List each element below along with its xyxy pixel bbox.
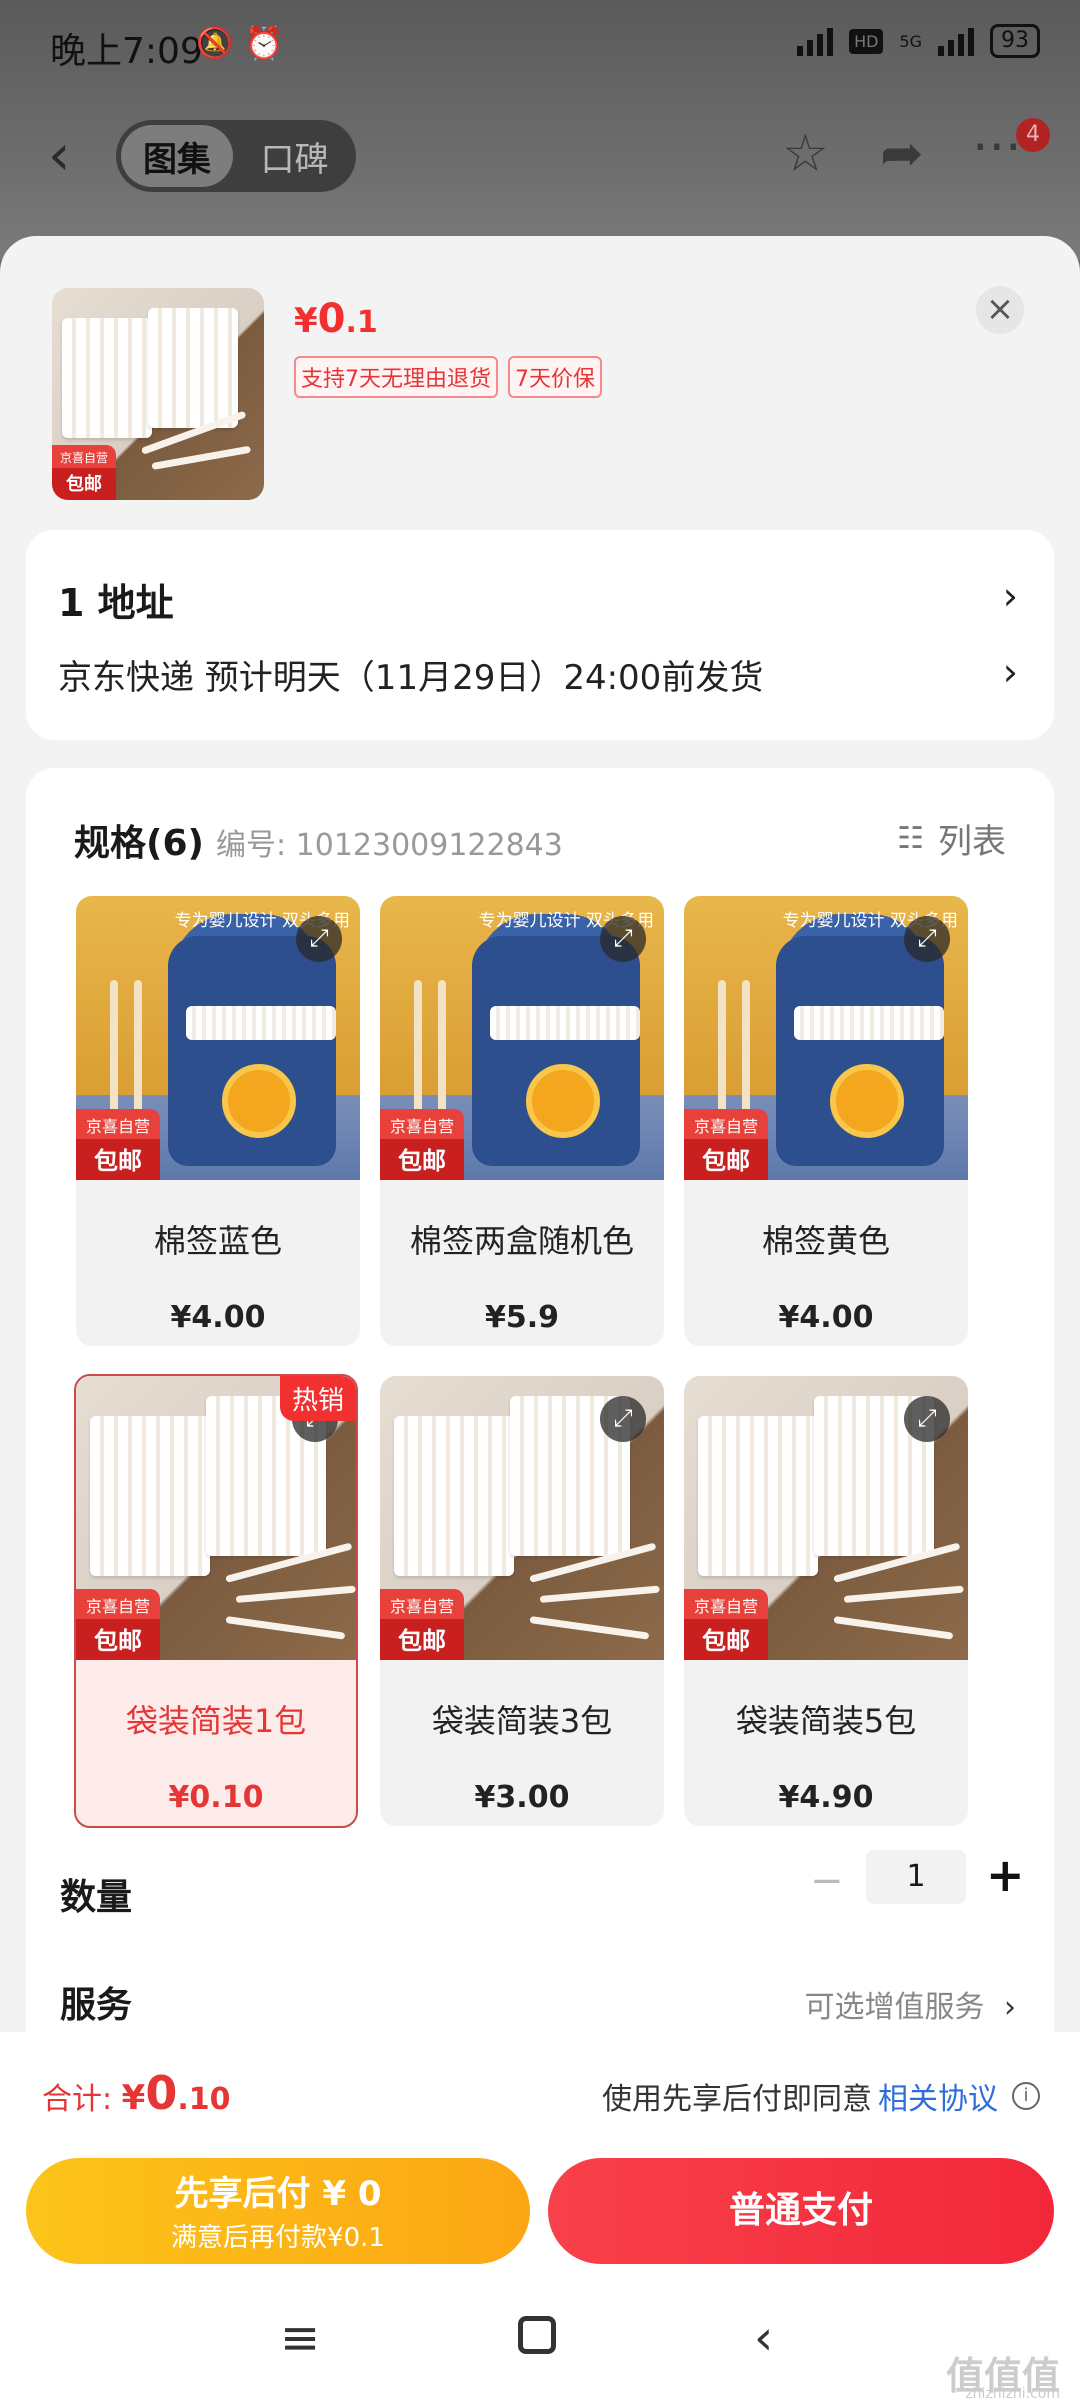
- status-time: 晚上7:09: [50, 31, 203, 72]
- spec-option-yellow[interactable]: 专为婴儿设计 双头多用 ⤢ 京喜自营 包邮 棉签黄色 ¥4.00: [684, 896, 968, 1346]
- list-icon: ☷: [897, 821, 924, 856]
- expand-icon[interactable]: ⤢: [296, 916, 342, 962]
- alarm-icon: ⏰: [244, 24, 284, 62]
- expand-icon[interactable]: ⤢: [904, 916, 950, 962]
- option-name: 袋装简装3包: [431, 1702, 613, 1740]
- option-name: 棉签黄色: [761, 1222, 890, 1260]
- option-image: 专为婴儿设计 双头多用 ⤢ 京喜自营 包邮: [76, 896, 360, 1180]
- spec-option-bag-5[interactable]: ⤢ 京喜自营 包邮 袋装简装5包 ¥4.90: [684, 1376, 968, 1826]
- service-label: 服务: [60, 1985, 133, 2026]
- option-price: ¥0.10: [168, 1780, 264, 1815]
- tag-price-protect: 7天价保: [508, 356, 602, 398]
- tab-reviews[interactable]: 口碑: [233, 132, 356, 181]
- delivery-estimate: 京东快递 预计明天（11月29日）24:00前发货: [58, 658, 764, 698]
- normal-pay-button[interactable]: 普通支付: [548, 2158, 1054, 2264]
- quantity-label: 数量: [60, 1877, 133, 1918]
- option-price: ¥4.00: [778, 1300, 874, 1335]
- hot-badge: 热销: [279, 1376, 356, 1421]
- option-image: 专为婴儿设计 双头多用 ⤢ 京喜自营 包邮: [380, 896, 664, 1180]
- expand-icon[interactable]: ⤢: [600, 1396, 646, 1442]
- jd-badge: 京喜自营 包邮: [76, 1589, 160, 1660]
- notification-badge: 4: [1016, 118, 1050, 152]
- agreement-link[interactable]: 相关协议: [878, 2074, 998, 2118]
- list-view-button[interactable]: ☷ 列表: [897, 814, 1006, 863]
- expand-icon[interactable]: ⤢: [904, 1396, 950, 1442]
- jd-badge: 京喜自营 包邮: [380, 1109, 464, 1180]
- option-price: ¥3.00: [474, 1780, 570, 1815]
- star-icon[interactable]: ☆: [782, 128, 829, 180]
- signal-icon: [797, 26, 834, 56]
- menu-icon[interactable]: ≡: [280, 2310, 320, 2366]
- network-type: 5G: [899, 31, 922, 51]
- pay-later-button[interactable]: 先享后付 ¥ 0 满意后再付款¥0.1: [26, 2158, 530, 2264]
- tab-switcher: 图集 口碑: [116, 120, 356, 192]
- status-bar: 晚上7:09 🔕 ⏰ HD 5G 93: [0, 0, 1080, 95]
- option-name: 棉签蓝色: [153, 1222, 282, 1260]
- hd-icon: HD: [849, 28, 884, 54]
- battery-icon: 93: [990, 24, 1040, 58]
- spec-option-bag-1[interactable]: 热销 ⤢ 京喜自营包邮 袋装简装1包 ¥0.10: [74, 1374, 358, 1828]
- option-price: ¥4.90: [778, 1780, 874, 1815]
- top-navbar: ‹ 图集 口碑 ☆ ➦ ···: [0, 110, 1080, 200]
- signal-icon-2: [938, 26, 974, 56]
- info-icon[interactable]: i: [1012, 2082, 1040, 2110]
- address-title: 1 地址: [58, 581, 174, 625]
- mute-icon: 🔕: [196, 26, 234, 61]
- chevron-right-icon: ›: [1002, 650, 1018, 694]
- option-price: ¥4.00: [170, 1300, 266, 1335]
- total-price: 合计: ¥0.10: [42, 2066, 231, 2120]
- spec-option-bag-3[interactable]: ⤢ 京喜自营 包邮 袋装简装3包 ¥3.00: [380, 1376, 664, 1826]
- option-name: 袋装简装1包: [125, 1702, 307, 1740]
- address-card[interactable]: 1 地址 › 京东快递 预计明天（11月29日）24:00前发货 ›: [26, 530, 1054, 740]
- spec-option-blue[interactable]: 专为婴儿设计 双头多用 ⤢ 京喜自营 包邮 棉签蓝色 ¥4.00: [76, 896, 360, 1346]
- option-image: 专为婴儿设计 双头多用 ⤢ 京喜自营 包邮: [684, 896, 968, 1180]
- item-code: 编号: 10123009122843: [216, 828, 563, 863]
- status-indicators: HD 5G 93: [797, 24, 1040, 58]
- jd-badge: 京喜自营 包邮: [52, 445, 116, 500]
- option-image: ⤢ 京喜自营包邮: [684, 1376, 968, 1660]
- spec-title: 规格(6): [74, 823, 204, 864]
- chevron-right-icon: ›: [1004, 1990, 1016, 2025]
- service-value[interactable]: 可选增值服务 ›: [804, 1982, 1016, 2026]
- agreement-text: 使用先享后付即同意 相关协议 i: [602, 2074, 1040, 2118]
- more-icon[interactable]: ···: [972, 122, 1022, 174]
- back-arrow-icon[interactable]: ‹: [48, 128, 70, 184]
- system-nav-bar: ≡ ‹: [0, 2280, 1080, 2400]
- close-icon[interactable]: ×: [976, 286, 1024, 334]
- product-price: ¥0.1: [294, 296, 378, 342]
- quantity-minus-button[interactable]: −: [810, 1858, 844, 1904]
- option-image: ⤢ 京喜自营包邮: [380, 1376, 664, 1660]
- tab-gallery[interactable]: 图集: [121, 125, 233, 187]
- tag-return: 支持7天无理由退货: [294, 356, 498, 398]
- expand-icon[interactable]: ⤢: [600, 916, 646, 962]
- jd-badge: 京喜自营 包邮: [76, 1109, 160, 1180]
- quantity-plus-button[interactable]: +: [986, 1848, 1025, 1902]
- share-icon[interactable]: ➦: [880, 128, 924, 180]
- option-price: ¥5.9: [484, 1300, 560, 1335]
- service-tags: 支持7天无理由退货 7天价保: [294, 356, 602, 398]
- quantity-input[interactable]: 1: [866, 1850, 966, 1904]
- home-icon[interactable]: [518, 2316, 556, 2354]
- watermark-url: zhizhizhi.com: [965, 2386, 1060, 2400]
- back-icon[interactable]: ‹: [754, 2310, 773, 2366]
- spec-option-two-boxes[interactable]: 专为婴儿设计 双头多用 ⤢ 京喜自营 包邮 棉签两盒随机色 ¥5.9: [380, 896, 664, 1346]
- jd-badge: 京喜自营 包邮: [684, 1109, 768, 1180]
- option-name: 袋装简装5包: [735, 1702, 917, 1740]
- product-thumbnail[interactable]: 京喜自营 包邮: [52, 288, 264, 500]
- jd-badge: 京喜自营 包邮: [684, 1589, 768, 1660]
- chevron-right-icon: ›: [1002, 574, 1018, 618]
- option-name: 棉签两盒随机色: [409, 1222, 634, 1260]
- jd-badge: 京喜自营 包邮: [380, 1589, 464, 1660]
